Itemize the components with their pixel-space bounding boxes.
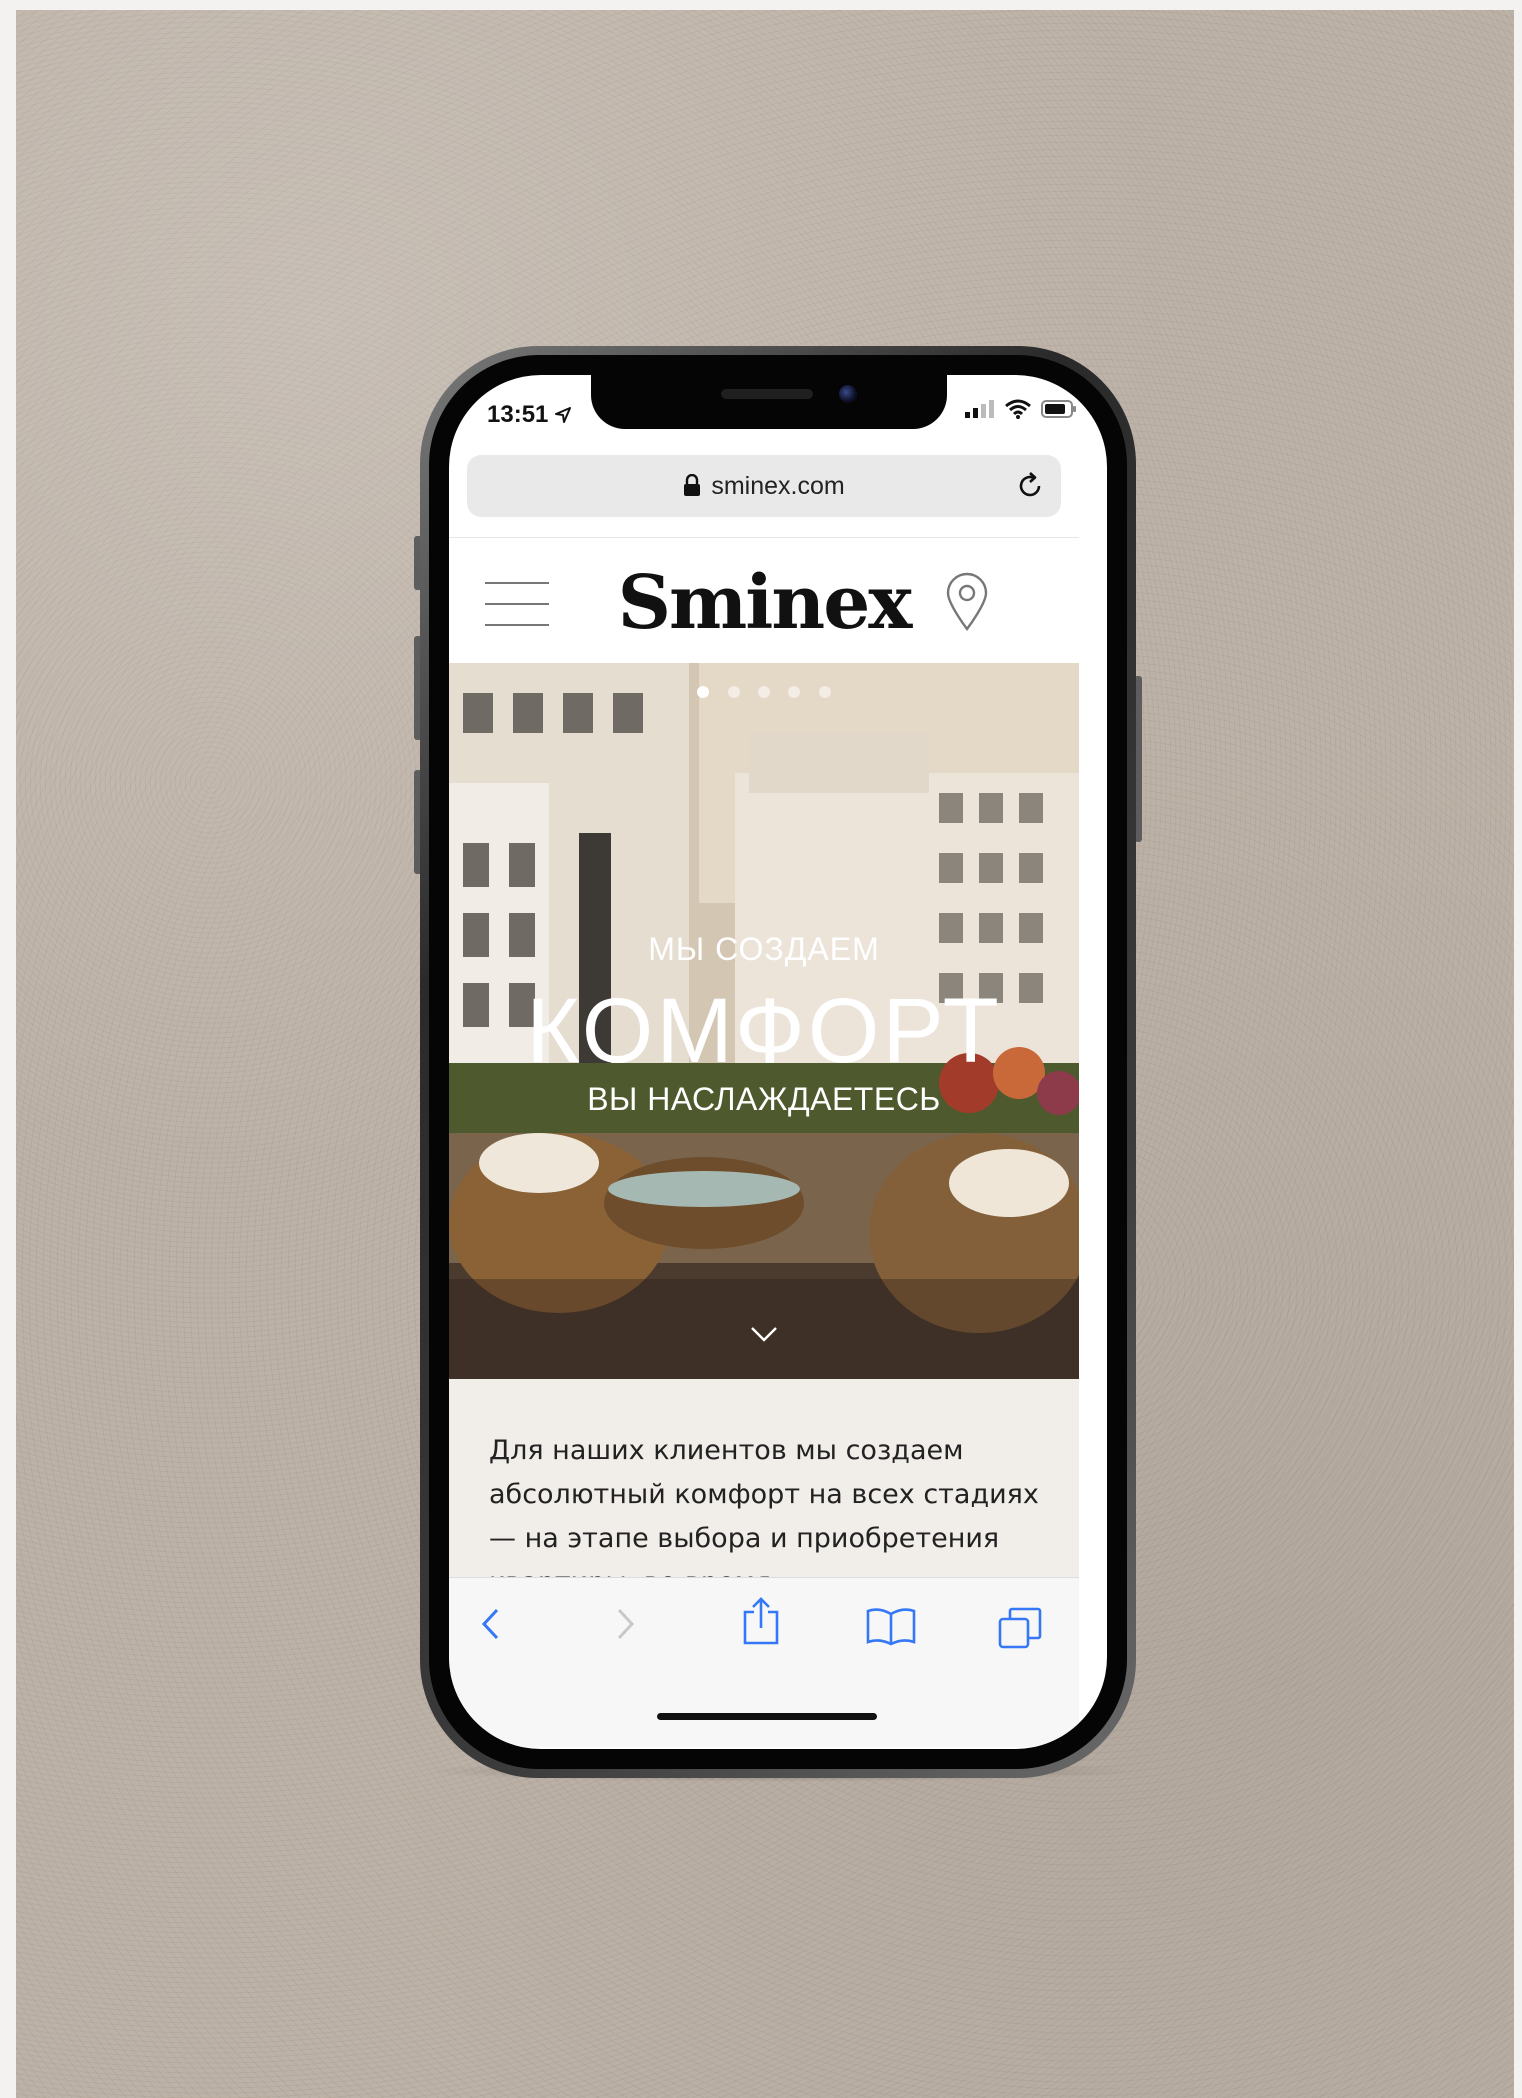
hero-subtitle: ВЫ НАСЛАЖДАЕТЕСЬ — [587, 1081, 941, 1117]
bookmarks-icon[interactable] — [865, 1606, 917, 1646]
slide-dot-1[interactable] — [697, 686, 710, 698]
cellular-signal-icon — [965, 400, 994, 418]
status-time: 13:51 — [487, 401, 572, 429]
url-display[interactable]: sminex.com — [467, 472, 1061, 501]
tabs-icon[interactable] — [997, 1606, 1043, 1650]
notch — [591, 375, 947, 429]
site-header: Sminex — [449, 537, 1079, 663]
battery-icon — [1041, 400, 1076, 418]
browser-toolbar — [449, 1577, 1079, 1747]
hero-kicker: МЫ СОЗДАЕМ — [648, 931, 880, 967]
back-arrow-icon[interactable] — [479, 1606, 503, 1642]
slide-dot-2[interactable] — [727, 686, 740, 698]
forward-arrow-icon[interactable] — [613, 1606, 637, 1642]
reload-icon[interactable] — [1015, 471, 1045, 501]
location-arrow-icon — [555, 407, 572, 423]
url-text: sminex.com — [711, 472, 845, 500]
front-camera — [839, 385, 857, 403]
hero-title: КОМФОРТ — [526, 980, 1002, 1082]
phone-screen: 13:51 sminex.com Sminex МЫ СОЗДАЕМ КОМФО… — [449, 375, 1107, 1749]
slide-dot-5[interactable] — [818, 686, 831, 698]
phone-bezel: 13:51 sminex.com Sminex МЫ СОЗДАЕМ КОМФО… — [429, 355, 1127, 1769]
earpiece-speaker — [721, 389, 813, 399]
intro-section: Для наших клиентов мы создаем абсолютный… — [449, 1379, 1079, 1599]
share-icon[interactable] — [741, 1596, 781, 1646]
hero-pagination — [449, 685, 1079, 703]
slide-dot-3[interactable] — [758, 686, 770, 698]
status-time-text: 13:51 — [487, 401, 549, 428]
chevron-down-icon[interactable] — [750, 1325, 778, 1343]
address-bar[interactable]: sminex.com — [467, 455, 1061, 517]
home-indicator[interactable] — [657, 1713, 877, 1720]
intro-paragraph: Для наших клиентов мы создаем абсолютный… — [489, 1435, 1039, 1598]
map-pin-icon[interactable] — [945, 572, 989, 632]
hero-banner[interactable]: МЫ СОЗДАЕМ КОМФОРТ ВЫ НАСЛАЖДАЕТЕСЬ — [449, 663, 1079, 1379]
slide-dot-4[interactable] — [788, 686, 801, 698]
wifi-icon — [1005, 399, 1031, 419]
lock-icon — [684, 474, 701, 496]
status-indicators — [965, 399, 1077, 419]
phone-frame: 13:51 sminex.com Sminex МЫ СОЗДАЕМ КОМФО… — [420, 346, 1136, 1778]
